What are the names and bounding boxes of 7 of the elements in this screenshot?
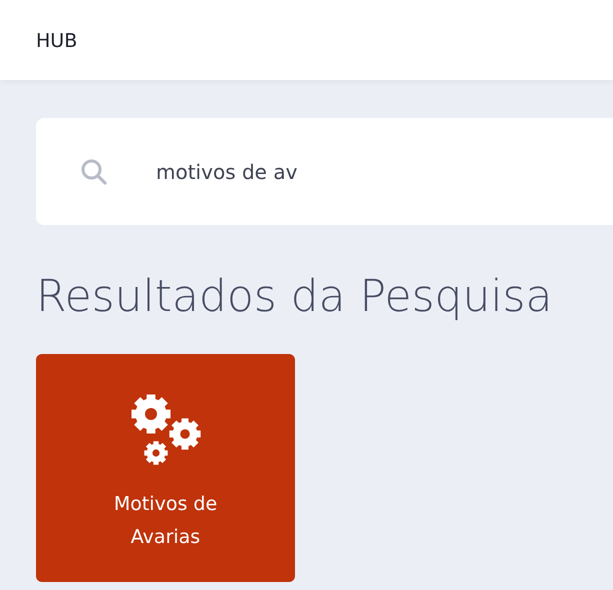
search-field[interactable]: motivos de av <box>156 160 556 184</box>
result-tile[interactable]: Motivos de Avarias <box>36 354 295 582</box>
results-heading: Resultados da Pesquisa <box>36 275 554 319</box>
gears-icon <box>128 392 202 466</box>
search-icon <box>80 158 108 186</box>
app-title: HUB <box>36 30 78 52</box>
tile-label: Motivos de Avarias <box>112 492 218 550</box>
